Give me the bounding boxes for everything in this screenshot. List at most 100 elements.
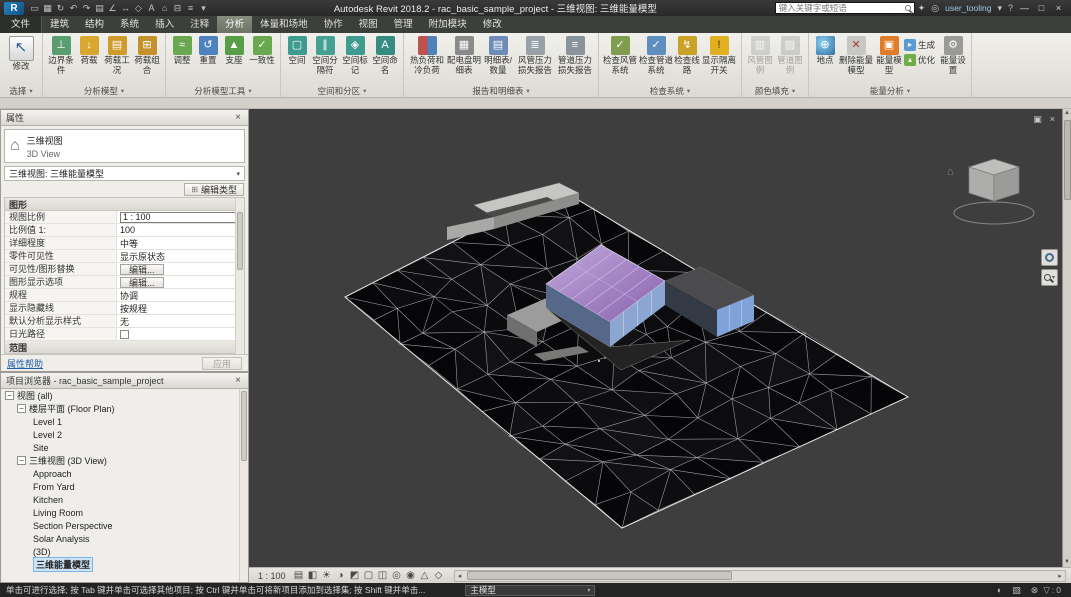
worksharing-display-icon[interactable]: ◐ [997,585,1002,595]
rendering-dialog-icon[interactable]: ◩ [348,570,362,581]
energy-settings-button[interactable]: ⚙ 能量设置 [938,35,968,75]
visibility-graphics-edit-button[interactable]: 编辑... [120,263,164,275]
scroll-down-icon[interactable]: ▼ [1064,558,1070,567]
tab-addins[interactable]: 附加模块 [421,16,475,33]
crop-view-icon[interactable]: ▢ [362,570,376,581]
communication-center-icon[interactable]: ◎ [931,3,939,14]
tree-item-energy-model-view[interactable]: 三维能量模型 [1,557,248,572]
print-icon[interactable]: ▤ [93,0,106,16]
panel-label-select[interactable]: 选择 ▾ [0,85,42,97]
tree-item-floor-plans[interactable]: − 楼层平面 (Floor Plan) [1,402,248,415]
space-naming-button[interactable]: A 空间命名 [370,35,400,75]
project-browser-header[interactable]: 项目浏览器 - rac_basic_sample_project × [1,373,248,389]
tree-item-living-room[interactable]: Living Room [1,506,248,519]
heating-cooling-loads-button[interactable]: 热负荷和冷负荷 [407,35,447,75]
maximize-button[interactable]: □ [1033,0,1050,16]
schedule-quantities-button[interactable]: ▤ 明细表/数量 [481,35,515,75]
load-combinations-button[interactable]: ⊞ 荷载组合 [132,35,162,75]
panel-label-reports-schedules[interactable]: 报告和明细表 ▾ [404,85,598,97]
3d-view-canvas[interactable]: ⌂ [249,109,1062,567]
selection-filter[interactable]: ▽: 0 [1043,585,1061,596]
property-row[interactable]: 默认分析显示样式 无 [5,315,244,328]
property-row[interactable]: 视图比例 1 : 100▾ [5,211,244,224]
tab-structure[interactable]: 结构 [77,16,112,33]
property-row[interactable]: 日光路径 [5,328,244,341]
sun-path-checkbox[interactable] [120,329,129,339]
collapse-icon[interactable]: − [17,404,26,413]
section-icon[interactable]: ⊟ [171,0,184,16]
tree-item-section-perspective[interactable]: Section Perspective [1,519,248,532]
displacement-icon[interactable]: ◇ [432,570,446,581]
help-icon[interactable]: ? [1008,3,1013,13]
tree-item-from-yard[interactable]: From Yard [1,480,248,493]
pipe-pressure-loss-report-button[interactable]: ≡ 管道压力损失报告 [555,35,595,75]
detail-level-icon[interactable]: ▤ [292,570,306,581]
reset-button[interactable]: ↺ 重置 [195,35,221,66]
properties-scrollbar[interactable] [235,198,244,354]
consistency-button[interactable]: ✓ 一致性 [247,35,277,66]
edit-type-button[interactable]: ⊞ 编辑类型 [184,182,244,196]
space-separator-button[interactable]: ∥ 空间分隔符 [310,35,340,75]
delete-energy-model-button[interactable]: ✕ 删除能量模型 [838,35,874,75]
thin-lines-icon[interactable]: ≡ [184,0,197,16]
vertical-scrollbar[interactable]: ▲ ▼ [1062,109,1071,567]
tab-massing-site[interactable]: 体量和场地 [252,16,316,33]
property-row[interactable]: 显示隐藏线 按规程 [5,302,244,315]
scrollbar-thumb[interactable] [237,212,243,270]
save-icon[interactable]: ▦ [41,0,54,16]
loads-button[interactable]: ↓ 荷载 [76,35,102,66]
signin-user[interactable]: user_tooling [945,3,991,13]
customize-qat-icon[interactable]: ▾ [197,0,210,16]
panel-label-check-systems[interactable]: 检查系统 ▾ [599,85,741,97]
close-button[interactable]: × [1050,0,1067,16]
exclude-options-icon[interactable]: ⊗ [1031,585,1039,596]
steering-wheel-button[interactable] [1041,249,1058,266]
tag-icon[interactable]: ◇ [132,0,145,16]
view-scale-dropdown[interactable]: 1 : 100▾ [120,211,241,223]
view-scale-control[interactable]: 1 : 100 [252,571,292,581]
panel-schedules-button[interactable]: ▦ 配电盘明细表 [447,35,481,75]
scroll-right-icon[interactable]: ▸ [1055,572,1065,580]
properties-help-link[interactable]: 属性帮助 [7,357,43,370]
tab-modify[interactable]: 修改 [475,16,510,33]
default-3d-view-icon[interactable]: ⌂ [158,0,171,16]
property-row[interactable]: 比例值 1: 100 [5,224,244,237]
tree-item-kitchen[interactable]: Kitchen [1,493,248,506]
show-disconnects-button[interactable]: ! 显示隔离开关 [700,35,738,75]
scroll-up-icon[interactable]: ▲ [1064,109,1070,118]
measure-icon[interactable]: ∠ [106,0,119,16]
visual-style-icon[interactable]: ◧ [306,570,320,581]
tab-architecture[interactable]: 建筑 [42,16,77,33]
space-tag-button[interactable]: ◈ 空间标记 [340,35,370,75]
properties-close-icon[interactable]: × [233,112,243,123]
panel-label-energy-analysis[interactable]: 能量分析 ▾ [809,85,971,97]
type-selector[interactable]: ⌂ 三维视图 3D View [4,129,245,163]
undo-icon[interactable]: ↶ [67,0,80,16]
tree-item-approach[interactable]: Approach [1,467,248,480]
collapse-icon[interactable]: − [17,456,26,465]
tree-item-solar-analysis[interactable]: Solar Analysis [1,532,248,545]
redo-icon[interactable]: ↷ [80,0,93,16]
tab-systems[interactable]: 系统 [112,16,147,33]
space-button[interactable]: ▢ 空间 [284,35,310,66]
search-icon[interactable] [904,5,911,11]
boundary-conditions-button[interactable]: ⊥ 边界条件 [46,35,76,75]
energy-model-button[interactable]: ▣ 能量模型 [874,35,904,75]
load-cases-button[interactable]: ▤ 荷载工况 [102,35,132,75]
property-row[interactable]: 规程 协调 [5,289,244,302]
view-selector-dropdown[interactable]: 三维视图: 三维能量模型 ▾ [4,166,245,181]
zoom-button[interactable]: ▾ [1041,269,1058,286]
restore-view-icon[interactable]: ▣ [1033,114,1042,125]
generate-button[interactable]: ▸ 生成 [904,39,938,51]
scrollbar-thumb[interactable] [1063,120,1071,200]
temporary-hide-isolate-icon[interactable]: ◎ [390,570,404,581]
tree-item-3d-views[interactable]: − 三维视图 (3D View) [1,454,248,467]
tree-item-level-2[interactable]: Level 2 [1,428,248,441]
sync-icon[interactable]: ↻ [54,0,67,16]
property-row[interactable]: 零件可见性 显示原状态 [5,250,244,263]
supports-button[interactable]: ▲ 支座 [221,35,247,66]
property-row[interactable]: 图形显示选项 编辑... [5,276,244,289]
editable-only-icon[interactable]: ▧ [1012,585,1021,596]
revit-logo-icon[interactable]: R [4,1,24,15]
panel-label-color-fill[interactable]: 颜色填充 ▾ [742,85,808,97]
